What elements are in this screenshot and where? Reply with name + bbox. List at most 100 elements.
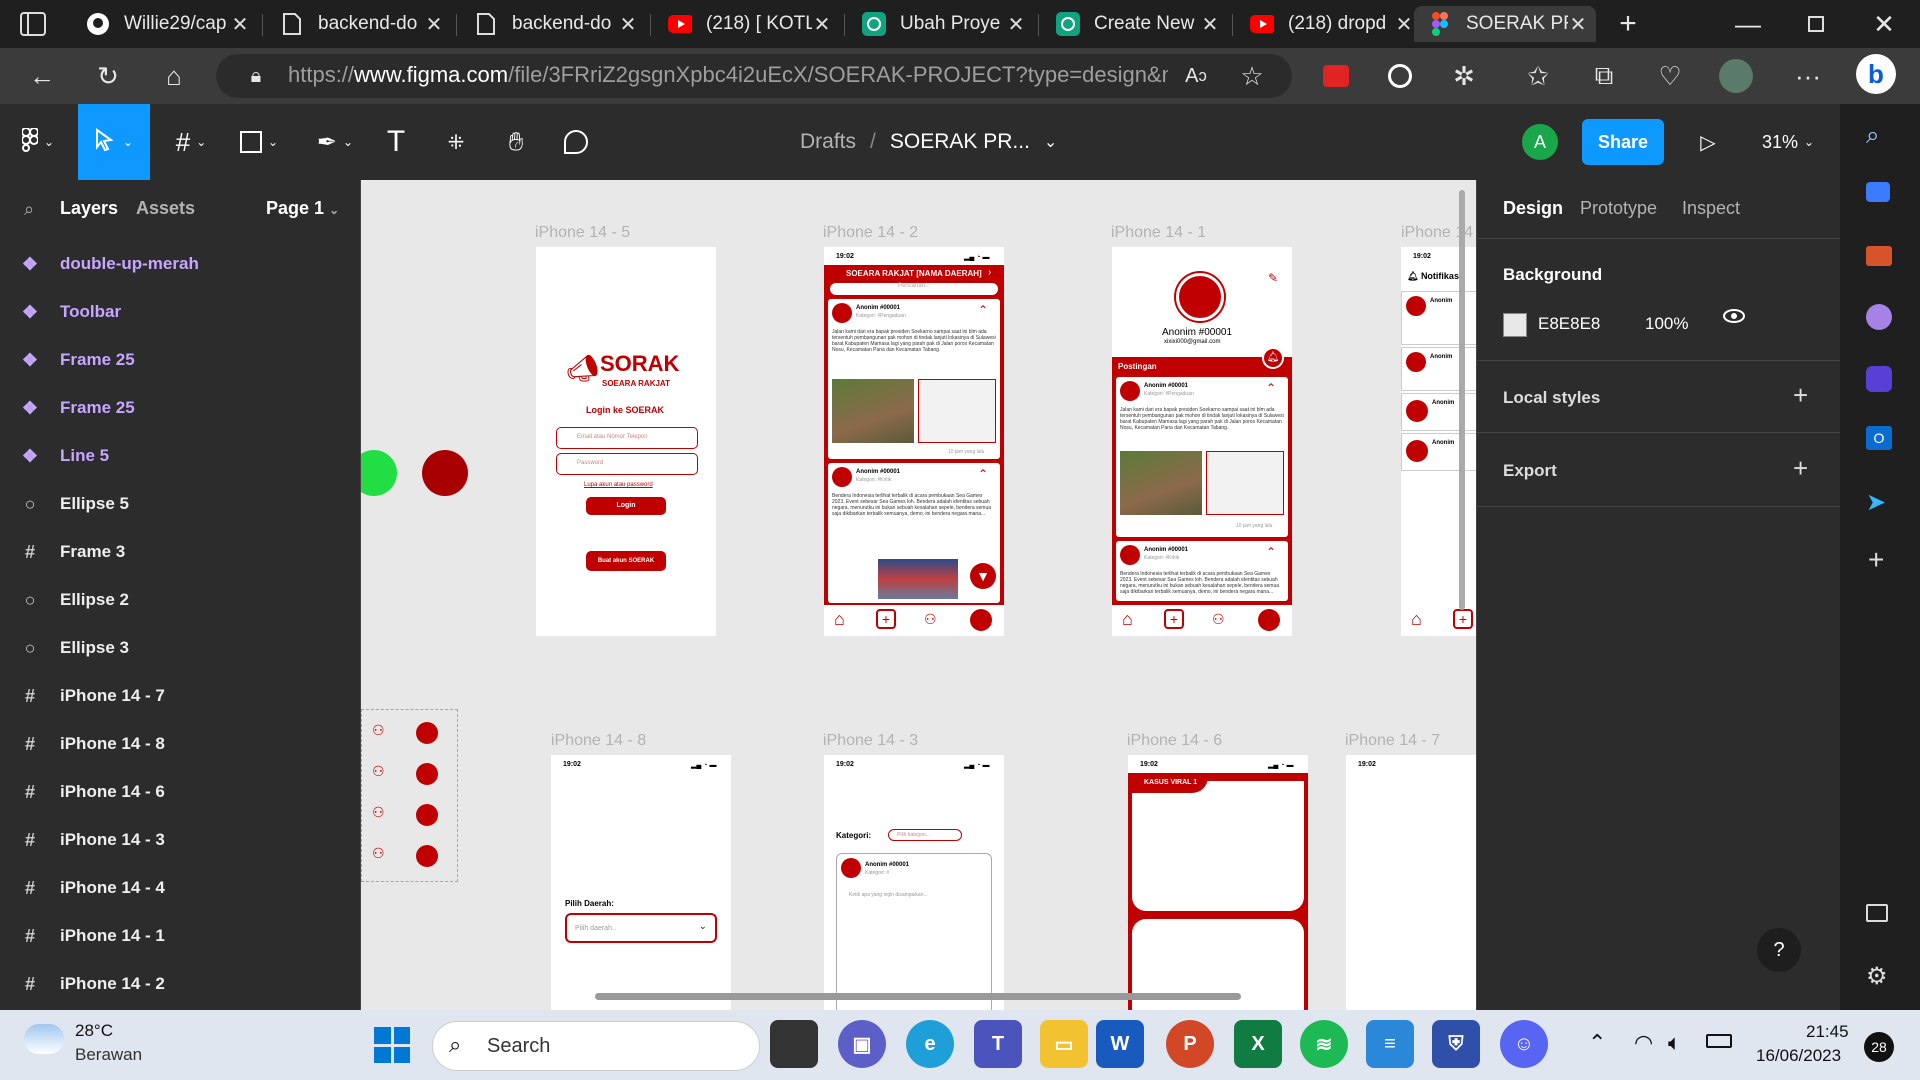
close-icon[interactable]: ✕ <box>812 12 832 37</box>
filter-fab[interactable]: ▼ <box>970 563 996 589</box>
clock-time[interactable]: 21:45 <box>1806 1022 1849 1042</box>
file-name[interactable]: SOERAK PR... <box>890 130 1030 154</box>
favorites-icon[interactable]: ✩ <box>1518 56 1558 96</box>
frame-feed[interactable]: 19:02 ▂▄ ◔ ▬ SOEARA RAKJAT [NAMA DAERAH]… <box>824 247 1004 636</box>
start-windows-icon[interactable] <box>374 1027 410 1063</box>
help-button[interactable]: ? <box>1757 928 1801 972</box>
extension-circle-icon[interactable] <box>1380 56 1420 96</box>
create-account-button[interactable]: Buat akun SOERAK <box>586 551 666 571</box>
frame-viral[interactable]: 19:02 ▂▄ ◔ ▬ KASUS VIRAL 1 <box>1128 755 1308 1010</box>
post-card[interactable]: Anonim #00001 Kategori: #Kritik ⌃ Bender… <box>828 463 1000 603</box>
powerpoint-icon[interactable]: P <box>1166 1020 1214 1068</box>
bg-color-hex[interactable]: E8E8E8 <box>1538 314 1600 334</box>
browser-tab-6[interactable]: Create New ✕ <box>1042 6 1228 42</box>
close-icon[interactable]: ✕ <box>1200 12 1220 37</box>
profile-avatar-icon[interactable] <box>1716 56 1756 96</box>
layer-row[interactable]: ❖ Toolbar <box>0 288 360 336</box>
home-icon[interactable]: ⌂ <box>1122 609 1133 630</box>
frame-label[interactable]: iPhone 14 - 6 <box>1127 732 1222 750</box>
add-post-icon[interactable]: + <box>1453 609 1473 629</box>
sidebar-settings-icon[interactable]: ⚙ <box>1866 962 1888 991</box>
layer-row[interactable]: # iPhone 14 - 2 <box>0 960 360 1008</box>
bing-copilot-icon[interactable]: b <box>1856 54 1896 94</box>
tab-assets[interactable]: Assets <box>136 198 195 219</box>
maximize-button[interactable] <box>1796 4 1836 44</box>
figma-main-menu[interactable]: ⌄ <box>10 104 66 180</box>
app-shield-icon[interactable]: ⛨ <box>1432 1020 1480 1068</box>
viral-card[interactable] <box>1132 781 1304 911</box>
edit-icon[interactable]: ✎ <box>1268 271 1278 285</box>
volume-icon[interactable]: 🔈︎ <box>1668 1030 1681 1056</box>
taskbar-search[interactable]: ⌕ Search <box>432 1021 760 1071</box>
frame-category[interactable]: 19:02 ▂▄ ◔ ▬ Kategori: Pilih kategori...… <box>824 755 1004 1010</box>
frame-label[interactable]: iPhone 14 - 7 <box>1345 732 1440 750</box>
edge-icon[interactable]: e <box>906 1020 954 1068</box>
feed-search-input[interactable]: Pencarian... <box>830 283 998 295</box>
community-icon[interactable]: ⚇ <box>924 611 937 628</box>
sidebar-tag-icon[interactable] <box>1866 182 1890 202</box>
comment-tool[interactable] <box>556 104 596 180</box>
user-avatar[interactable]: A <box>1522 104 1558 180</box>
feed-title[interactable]: SOEARA RAKJAT [NAMA DAERAH] <box>846 269 982 278</box>
browser-tab-4[interactable]: (218) [ KOTL ✕ <box>654 6 840 42</box>
sidebar-search-icon[interactable]: ⌕ <box>1866 122 1879 150</box>
community-icon[interactable]: ⚇ <box>1212 611 1225 628</box>
battery-icon[interactable] <box>1706 1034 1732 1048</box>
password-field[interactable]: Password <box>556 453 698 475</box>
canvas-horizontal-scrollbar[interactable] <box>595 993 1241 1000</box>
post-card[interactable]: Anonim #00001 Kategori: #Kritik ⌃ Bender… <box>1116 541 1288 601</box>
extensions-puzzle-icon[interactable]: ✲ <box>1444 56 1484 96</box>
text-tool[interactable]: T <box>376 104 416 180</box>
sidebar-send-icon[interactable]: ➤ <box>1866 488 1886 517</box>
url-text[interactable]: https://www.figma.com/file/3FRriZ2gsgnXp… <box>288 62 1168 88</box>
close-icon[interactable]: ✕ <box>1006 12 1026 37</box>
post-card[interactable]: Anonim #00001 Kategori: #Pengaduan ⌃ Jal… <box>828 299 1000 459</box>
pen-tool[interactable]: ✒ ⌄ <box>304 104 366 180</box>
close-window-button[interactable]: ✕ <box>1864 4 1904 44</box>
browser-tab-8-active[interactable]: SOERAK PR ✕ <box>1414 6 1596 42</box>
sidebar-panel-icon[interactable] <box>1866 904 1888 922</box>
tab-prototype[interactable]: Prototype <box>1580 198 1657 219</box>
layer-row[interactable]: ○ Ellipse 2 <box>0 576 360 624</box>
home-icon[interactable]: ⌂ <box>1411 609 1422 630</box>
double-up-icon[interactable]: ⌃ <box>1266 545 1276 559</box>
teams-chat-icon[interactable]: ▣ <box>838 1020 886 1068</box>
chevron-down-icon[interactable]: ⌄ <box>1044 132 1057 152</box>
weather-temp[interactable]: 28°C <box>75 1021 113 1041</box>
performance-icon[interactable]: ♡ <box>1650 56 1690 96</box>
double-up-icon[interactable]: ⌃ <box>978 303 988 317</box>
resources-tool[interactable]: ⁜ <box>436 104 476 180</box>
shape-tool[interactable]: ⌄ <box>228 104 290 180</box>
layer-row[interactable]: # iPhone 14 - 7 <box>0 672 360 720</box>
frame-tool[interactable]: # ⌄ <box>160 104 222 180</box>
hand-tool[interactable]: ✋︎ <box>496 104 536 180</box>
sidebar-outlook-icon[interactable]: O <box>1866 426 1892 450</box>
more-options-icon[interactable]: ··· <box>1788 56 1828 96</box>
sidebar-games-icon[interactable] <box>1866 304 1892 330</box>
double-up-icon[interactable]: ⌃ <box>1266 381 1276 395</box>
favorite-star-icon[interactable]: ☆ <box>1232 56 1272 96</box>
search-layers-icon[interactable]: ⌕ <box>24 199 34 220</box>
layer-row[interactable]: # iPhone 14 - 8 <box>0 720 360 768</box>
frame-label[interactable]: iPhone 14 - 3 <box>823 732 918 750</box>
add-post-icon[interactable]: + <box>1164 609 1184 629</box>
spotify-icon[interactable]: ≋ <box>1300 1020 1348 1068</box>
layer-row[interactable]: ❖ double-up-merah <box>0 240 360 288</box>
present-play-icon[interactable]: ▷ <box>1690 104 1726 180</box>
close-icon[interactable]: ✕ <box>618 12 638 37</box>
excel-icon[interactable]: X <box>1234 1020 1282 1068</box>
tab-layers[interactable]: Layers <box>60 198 118 219</box>
nav-variants-component[interactable]: ⚇ ⚇ ⚇ ⚇ <box>361 709 458 882</box>
region-select[interactable]: Pilih daerah.. ⌄ <box>565 913 717 943</box>
browser-tab-5[interactable]: Ubah Proye ✕ <box>848 6 1034 42</box>
weather-icon[interactable] <box>24 1024 64 1054</box>
file-explorer-icon[interactable]: ▭ <box>1040 1020 1088 1068</box>
profile-icon[interactable] <box>1258 609 1280 631</box>
breadcrumb-drafts[interactable]: Drafts <box>800 130 856 154</box>
collections-icon[interactable]: ⧉ <box>1584 56 1624 96</box>
layer-row[interactable]: ❖ Line 5 <box>0 432 360 480</box>
task-view-icon[interactable] <box>770 1020 818 1068</box>
ellipse-red[interactable] <box>422 450 468 496</box>
teams-icon[interactable]: T <box>974 1020 1022 1068</box>
double-up-icon[interactable]: ⌃ <box>978 467 988 481</box>
